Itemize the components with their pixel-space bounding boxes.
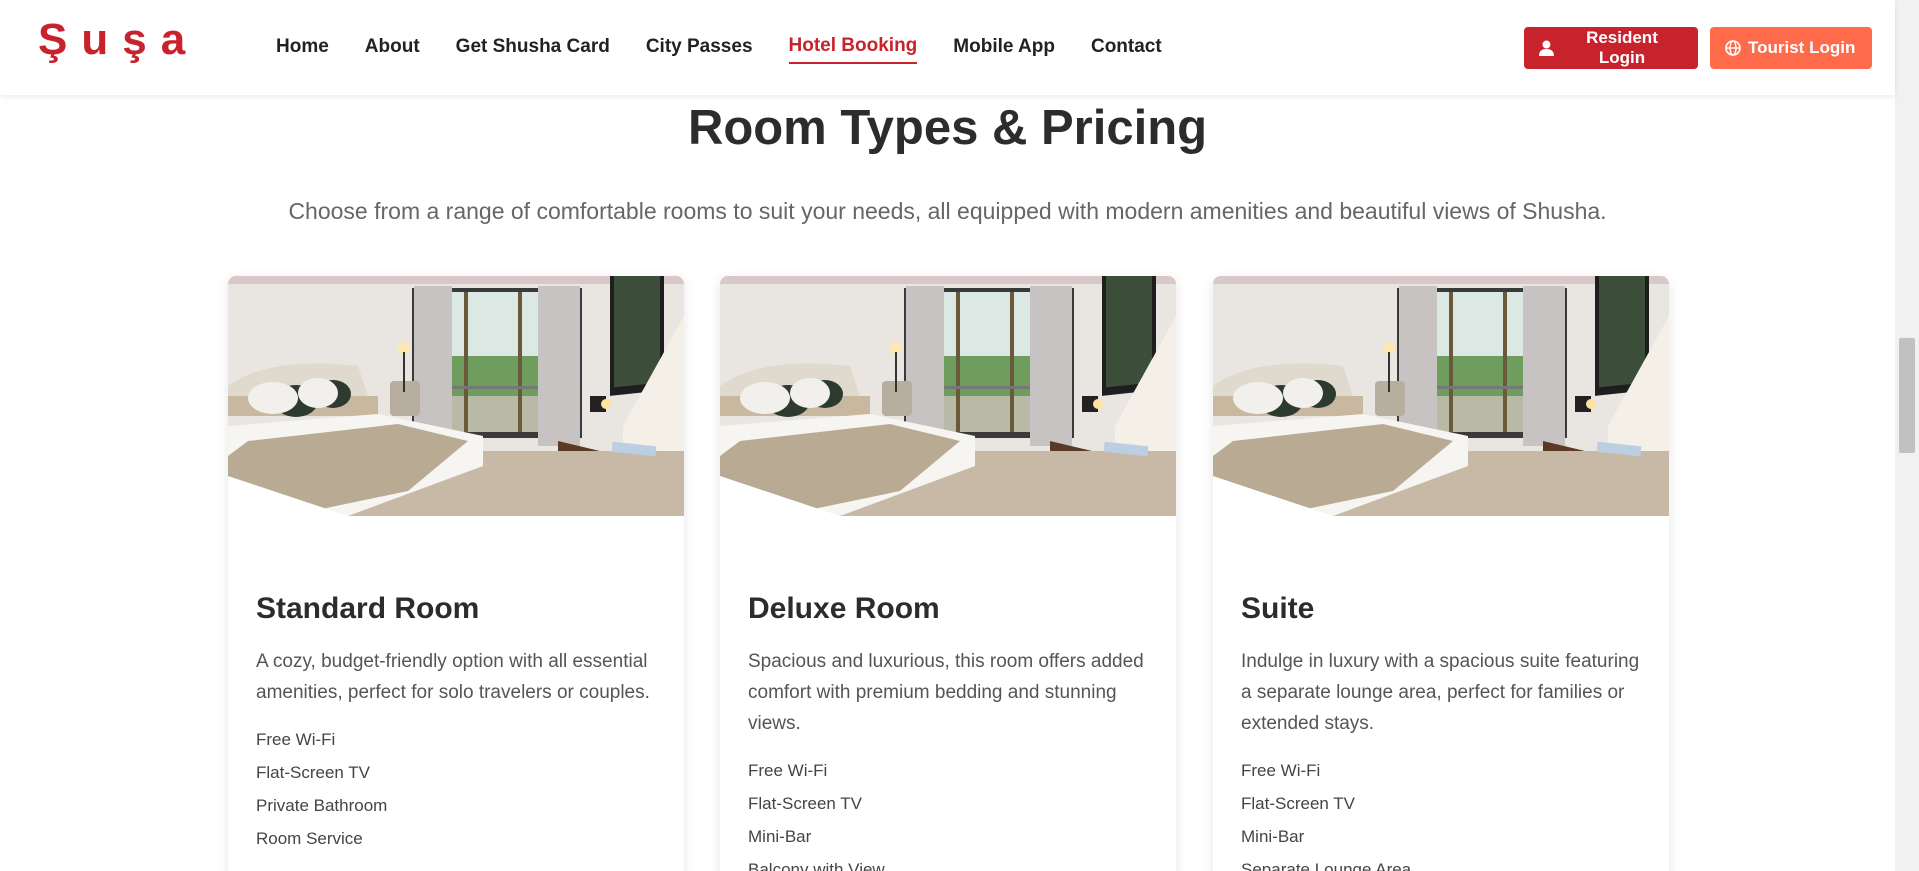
main-nav: Home About Get Shusha Card City Passes H… — [276, 0, 1198, 95]
tourist-login-label: Tourist Login — [1748, 38, 1856, 57]
room-description: Spacious and luxurious, this room offers… — [748, 651, 1144, 734]
room-feature: Room Service — [256, 829, 363, 848]
room-image — [228, 276, 684, 516]
room-title: Standard Room — [256, 592, 480, 625]
nav-item-get-shusha-card[interactable]: Get Shusha Card — [456, 32, 610, 63]
resident-login-label: Resident Login — [1586, 28, 1658, 67]
room-description: A cozy, budget-friendly option with all … — [256, 651, 650, 703]
room-image — [1213, 276, 1669, 516]
page-scrollbar[interactable] — [1895, 0, 1919, 871]
room-image — [720, 276, 1176, 516]
room-description: Indulge in luxury with a spacious suite … — [1241, 651, 1640, 734]
room-features: Free Wi-Fi Flat-Screen TV Mini-Bar Separ… — [1241, 754, 1641, 871]
user-icon — [1539, 40, 1554, 56]
nav-item-contact[interactable]: Contact — [1091, 32, 1162, 63]
globe-icon — [1725, 40, 1741, 56]
nav-item-mobile-app[interactable]: Mobile App — [953, 32, 1055, 63]
site-header: Şuşa Home About Get Shusha Card City Pas… — [0, 0, 1895, 95]
svg-text:Şuşa: Şuşa — [38, 18, 199, 64]
section-title: Room Types & Pricing — [687, 101, 1208, 155]
section-subtitle: Choose from a range of comfortable rooms… — [288, 198, 1607, 224]
nav-item-city-passes[interactable]: City Passes — [646, 32, 753, 63]
room-feature: Free Wi-Fi — [1241, 761, 1321, 780]
room-title: Suite — [1241, 592, 1315, 625]
room-features: Free Wi-Fi Flat-Screen TV Private Bathro… — [256, 723, 656, 855]
room-features: Free Wi-Fi Flat-Screen TV Mini-Bar Balco… — [748, 754, 1148, 871]
room-feature: Flat-Screen TV — [1241, 794, 1356, 813]
room-feature: Mini-Bar — [748, 827, 812, 846]
room-feature: Balcony with View — [748, 860, 885, 871]
susa-logo[interactable]: Şuşa — [38, 18, 213, 68]
nav-item-about[interactable]: About — [365, 32, 420, 63]
resident-login-button[interactable]: Resident Login — [1524, 27, 1698, 69]
room-feature: Separate Lounge Area — [1241, 860, 1412, 871]
room-title: Deluxe Room — [748, 592, 940, 625]
tourist-login-button[interactable]: Tourist Login — [1710, 27, 1872, 69]
room-feature: Flat-Screen TV — [256, 763, 371, 782]
room-card-deluxe: Deluxe Room Spacious and luxurious, this… — [720, 276, 1176, 871]
room-card-standard: Standard Room A cozy, budget-friendly op… — [228, 276, 684, 871]
room-feature: Free Wi-Fi — [748, 761, 828, 780]
room-feature: Mini-Bar — [1241, 827, 1305, 846]
scrollbar-thumb[interactable] — [1899, 338, 1915, 453]
room-feature: Private Bathroom — [256, 796, 388, 815]
room-feature: Flat-Screen TV — [748, 794, 863, 813]
room-card-suite: Suite Indulge in luxury with a spacious … — [1213, 276, 1669, 871]
nav-item-home[interactable]: Home — [276, 32, 329, 63]
nav-item-hotel-booking[interactable]: Hotel Booking — [788, 31, 918, 64]
room-feature: Free Wi-Fi — [256, 730, 336, 749]
